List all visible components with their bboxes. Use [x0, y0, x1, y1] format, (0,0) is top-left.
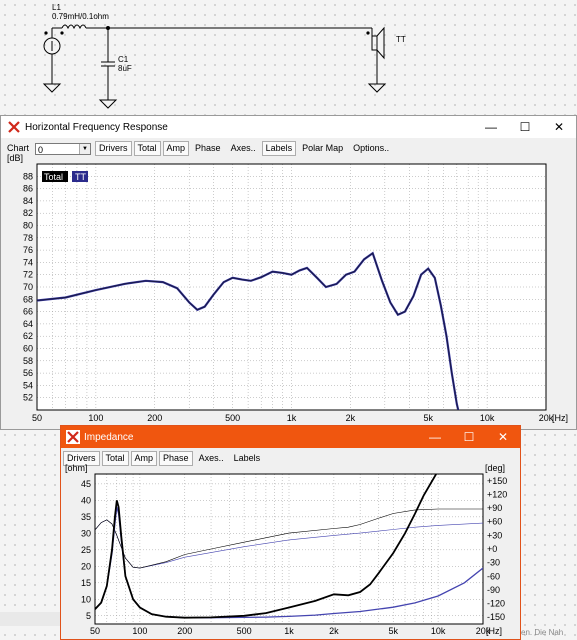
y-tick-label: 82 [23, 208, 33, 218]
y-tick-label: 86 [23, 184, 33, 194]
y-right-axis-label: [deg] [485, 463, 505, 473]
y-right-tick-label: -120 [487, 599, 505, 609]
x-tick-label: 100 [132, 626, 147, 636]
y-axis-label: [dB] [7, 153, 23, 163]
legend-tt: TT [75, 172, 86, 182]
y-right-tick-label: +120 [487, 489, 507, 499]
y-tick-label: 60 [23, 344, 33, 354]
x-axis-label: [Hz] [486, 626, 502, 636]
y-tick-label: 80 [23, 221, 33, 231]
y-right-tick-label: -30 [487, 558, 500, 568]
y-tick-label: 62 [23, 331, 33, 341]
x-axis-label: [Hz] [552, 413, 568, 423]
capacitor-value: 8uF [118, 64, 132, 73]
x-tick-label: 5k [388, 626, 398, 636]
y-left-tick-label: 30 [81, 528, 91, 538]
y-left-tick-label: 5 [86, 611, 91, 621]
x-tick-label: 1k [287, 413, 297, 423]
background-bar [0, 612, 62, 626]
impedance-chart: 45 40 35 30 25 20 15 10 5 +150 +120 +90 +60 +30 +0 -30 -… [65, 463, 507, 636]
x-tick-label: 200 [177, 626, 192, 636]
y-left-tick-label: 20 [81, 561, 91, 571]
x-tick-label: 500 [225, 413, 240, 423]
x-tick-label: 50 [32, 413, 42, 423]
y-tick-label: 52 [23, 393, 33, 403]
driver-name: TT [396, 35, 406, 44]
y-tick-label: 68 [23, 294, 33, 304]
y-tick-label: 84 [23, 196, 33, 206]
y-left-tick-label: 40 [81, 495, 91, 505]
x-tick-label: 5k [423, 413, 433, 423]
legend-total: Total [44, 172, 63, 182]
y-right-tick-label: +150 [487, 476, 507, 486]
y-left-tick-label: 25 [81, 545, 91, 555]
background-text: en. Die Nah [521, 628, 564, 637]
x-tick-label: 2k [346, 413, 356, 423]
y-right-tick-label: +0 [487, 544, 497, 554]
frequency-response-chart: 88 86 84 82 80 78 76 74 72 70 68 66 64 62 60 58 56 54 52 50… [7, 153, 568, 423]
y-tick-label: 78 [23, 233, 33, 243]
y-right-tick-label: +60 [487, 517, 502, 527]
y-right-tick-label: +30 [487, 530, 502, 540]
capacitor-name: C1 [118, 55, 129, 64]
x-tick-label: 2k [329, 626, 339, 636]
y-left-tick-label: 35 [81, 512, 91, 522]
x-tick-label: 100 [88, 413, 103, 423]
y-tick-label: 76 [23, 245, 33, 255]
inductor-name: L1 [52, 3, 61, 12]
y-tick-label: 72 [23, 270, 33, 280]
x-tick-label: 50 [90, 626, 100, 636]
y-tick-label: 58 [23, 356, 33, 366]
x-tick-label: 10k [480, 413, 495, 423]
y-tick-label: 56 [23, 368, 33, 378]
y-tick-label: 88 [23, 171, 33, 181]
y-left-tick-label: 45 [81, 479, 91, 489]
y-left-tick-label: 10 [81, 594, 91, 604]
y-tick-label: 64 [23, 319, 33, 329]
y-right-tick-label: -150 [487, 612, 505, 622]
x-tick-label: 200 [147, 413, 162, 423]
y-right-tick-label: -90 [487, 585, 500, 595]
y-left-axis-label: [ohm] [65, 463, 88, 473]
x-tick-label: 500 [237, 626, 252, 636]
y-right-tick-label: -60 [487, 571, 500, 581]
frequency-response-window: Horizontal Frequency Response — ☐ ✕ Char… [0, 115, 577, 430]
inductor-value: 0.79mH/0.1ohm [52, 12, 109, 21]
y-tick-label: 70 [23, 282, 33, 292]
y-tick-label: 66 [23, 307, 33, 317]
x-tick-label: 1k [284, 626, 294, 636]
y-tick-label: 54 [23, 380, 33, 390]
impedance-window: Impedance — ☐ ✕ Drivers Total Amp Phase … [60, 425, 521, 640]
crossover-schematic: L1 0.79mH/0.1ohm C1 8uF TT [42, 3, 406, 109]
y-left-tick-label: 15 [81, 578, 91, 588]
y-tick-label: 74 [23, 257, 33, 267]
y-right-tick-label: +90 [487, 503, 502, 513]
x-tick-label: 10k [431, 626, 446, 636]
